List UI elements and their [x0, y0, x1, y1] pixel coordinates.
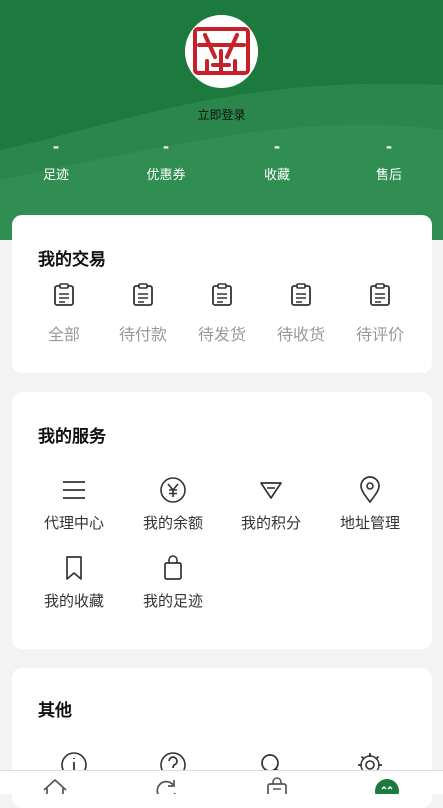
bookmark-icon	[66, 556, 82, 580]
stat-label: 优惠券	[146, 168, 186, 183]
service-footprint[interactable]: 我的足迹	[133, 554, 213, 611]
stat-value: -	[385, 138, 393, 156]
card-title: 其他	[38, 701, 72, 721]
trade-pending-payment[interactable]: 待付款	[113, 283, 173, 345]
trade-pending-receipt[interactable]: 待收货	[271, 283, 331, 345]
service-balance[interactable]: 我的余额	[133, 476, 213, 533]
refresh-icon[interactable]	[153, 777, 179, 794]
stat-label: 足迹	[42, 168, 69, 183]
stat-label: 收藏	[263, 168, 290, 183]
service-points[interactable]: 我的积分	[231, 476, 311, 533]
stat-after-sales[interactable]: - 售后	[349, 138, 429, 183]
trade-label: 待发货	[197, 325, 246, 344]
avatar[interactable]	[185, 15, 258, 88]
my-services-card: 我的服务 代理中心 我的余额 我的积分 地址管理 我的收藏 我的足迹	[12, 392, 432, 649]
trade-all[interactable]: 全部	[34, 283, 94, 345]
login-link[interactable]: 立即登录	[0, 106, 443, 123]
trade-pending-shipment[interactable]: 待发货	[192, 283, 252, 345]
yen-icon	[160, 477, 186, 503]
location-pin-icon	[360, 476, 380, 504]
clipboard-icon	[291, 283, 311, 306]
home-icon[interactable]	[42, 777, 68, 794]
trade-label: 待收货	[276, 325, 325, 344]
clipboard-icon	[133, 283, 153, 306]
trade-label: 待付款	[118, 325, 167, 344]
menu-lines-icon	[63, 481, 85, 499]
service-agent-center[interactable]: 代理中心	[34, 476, 114, 533]
my-trades-card: 我的交易 全部 待付款 待发货 待收货 待评价	[12, 215, 432, 373]
service-favorites[interactable]: 我的收藏	[34, 554, 114, 611]
clipboard-icon	[54, 283, 74, 306]
clipboard-icon	[212, 283, 232, 306]
card-title: 我的服务	[38, 427, 106, 447]
service-address[interactable]: 地址管理	[330, 476, 410, 533]
service-label: 我的足迹	[142, 592, 203, 610]
stat-footprint[interactable]: - 足迹	[16, 138, 96, 183]
shopping-bag-icon	[164, 555, 182, 580]
stat-label: 售后	[375, 168, 402, 183]
service-label: 代理中心	[43, 514, 104, 532]
trade-label: 全部	[47, 325, 80, 344]
profile-face-icon[interactable]	[374, 778, 400, 794]
stat-favorites[interactable]: - 收藏	[237, 138, 317, 183]
brand-logo-icon	[185, 15, 258, 88]
points-icon	[260, 482, 282, 499]
cart-bag-icon[interactable]	[264, 777, 290, 794]
stat-value: -	[162, 138, 170, 156]
stat-value: -	[273, 138, 281, 156]
service-label: 我的积分	[240, 514, 301, 532]
service-label: 我的余额	[142, 514, 203, 532]
clipboard-icon	[370, 283, 390, 306]
profile-header: 立即登录 - 足迹 - 优惠券 - 收藏 - 售后	[0, 0, 443, 240]
stat-value: -	[52, 138, 60, 156]
stat-coupons[interactable]: - 优惠券	[126, 138, 206, 183]
card-title: 我的交易	[38, 250, 106, 270]
bottom-tab-bar	[0, 770, 443, 794]
service-label: 我的收藏	[43, 592, 104, 610]
trade-pending-review[interactable]: 待评价	[350, 283, 410, 345]
service-label: 地址管理	[339, 514, 400, 532]
trade-label: 待评价	[355, 325, 404, 344]
